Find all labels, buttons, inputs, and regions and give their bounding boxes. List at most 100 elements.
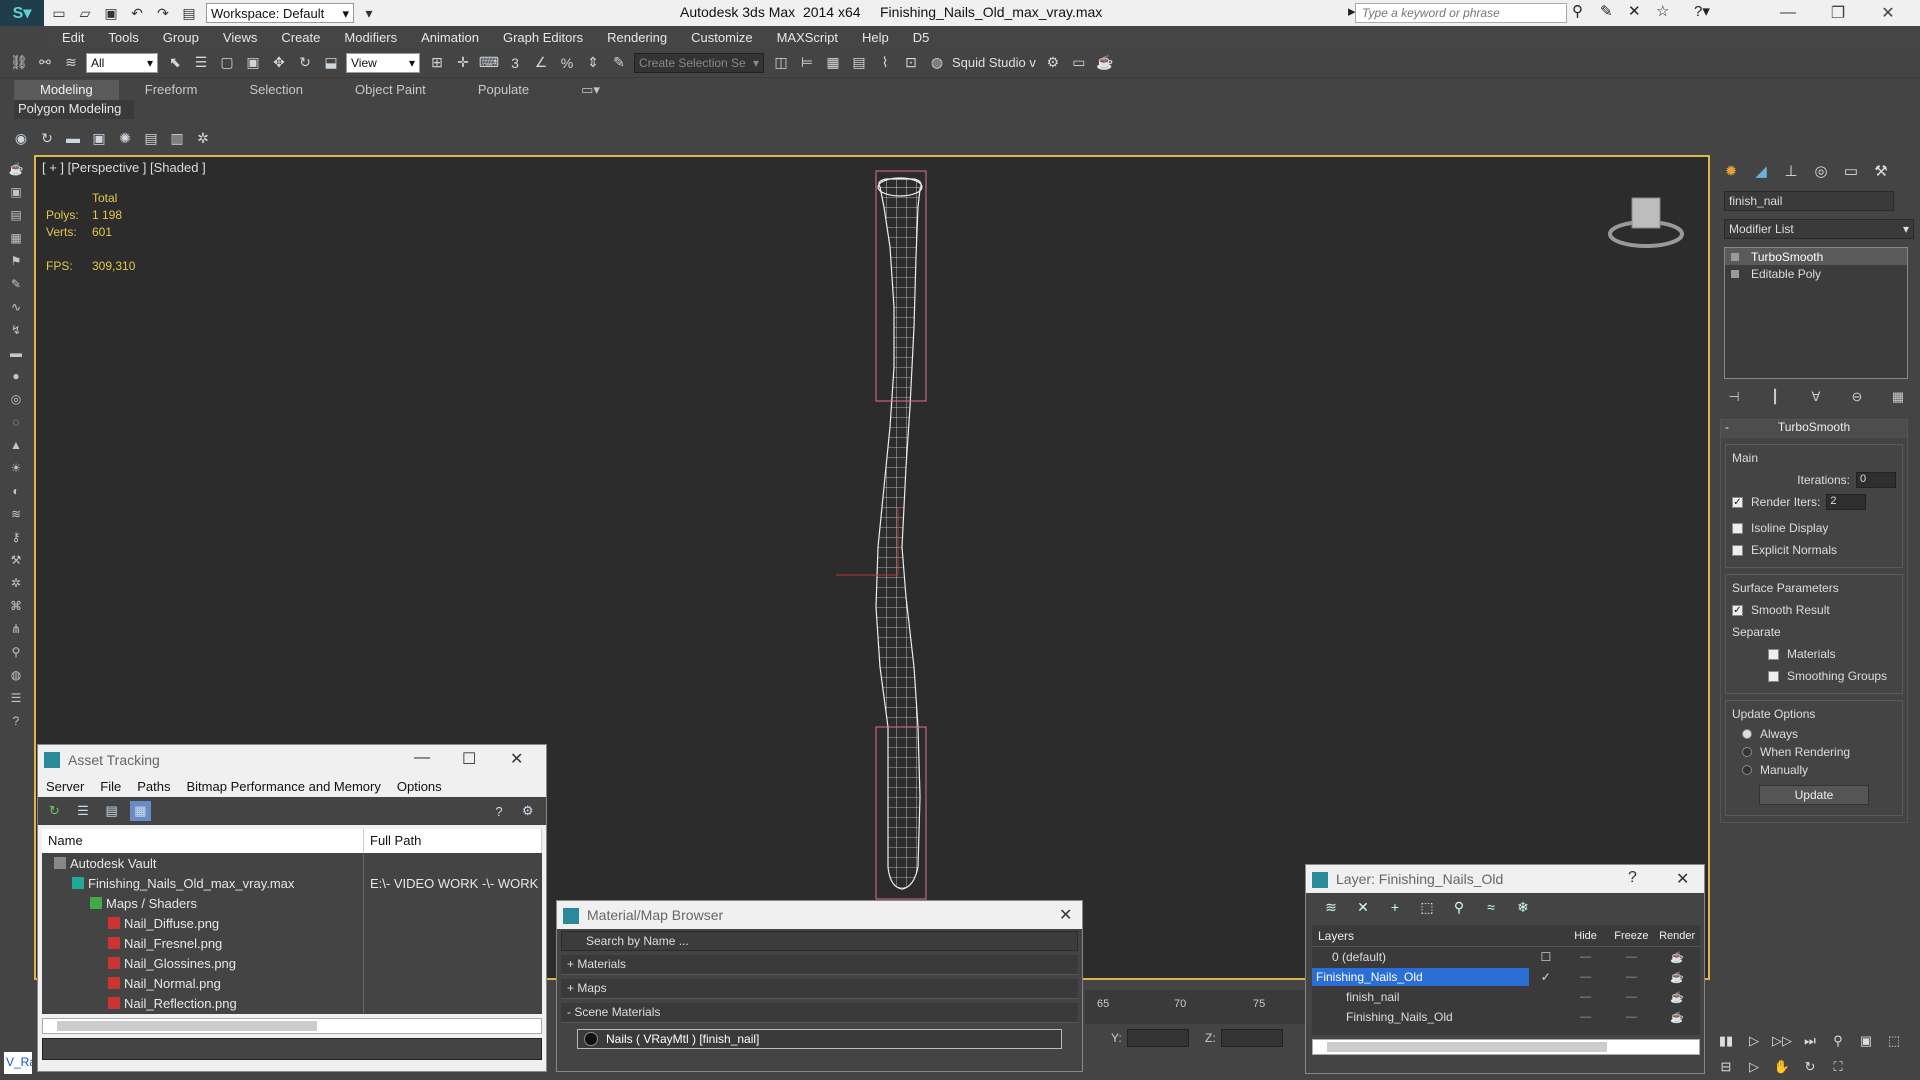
- layer-window-titlebar[interactable]: Layer: Finishing_Nails_Old ? ✕: [1306, 865, 1704, 893]
- hide-toggle-icon[interactable]: —: [1563, 991, 1609, 1003]
- hide-toggle-icon[interactable]: —: [1563, 1011, 1609, 1023]
- tab-populate[interactable]: Populate: [452, 80, 555, 100]
- section-materials[interactable]: + Materials: [561, 955, 1078, 975]
- hierarchy-tab-icon[interactable]: ⊥: [1778, 159, 1804, 183]
- edit-named-selection-icon[interactable]: ✎: [608, 52, 630, 74]
- menu-graph-editors[interactable]: Graph Editors: [503, 30, 583, 45]
- next-frame-icon[interactable]: ▷▷: [1771, 1030, 1793, 1052]
- rendered-frame-icon[interactable]: ▭: [1068, 52, 1090, 74]
- layer-row[interactable]: finish_nail — — ☕: [1312, 987, 1700, 1007]
- hide-toggle-icon[interactable]: —: [1563, 971, 1609, 983]
- always-radio[interactable]: [1742, 729, 1752, 739]
- menu-modifiers[interactable]: Modifiers: [344, 30, 397, 45]
- shape-icon[interactable]: ✎: [6, 274, 26, 294]
- tab-selection[interactable]: Selection: [224, 80, 329, 100]
- tree-view-icon[interactable]: ▤: [101, 801, 122, 821]
- set-key-icon[interactable]: ▮▮: [1715, 1030, 1737, 1052]
- curve-editor-icon[interactable]: ⌇: [874, 52, 896, 74]
- light-bulb-icon[interactable]: [1731, 252, 1739, 261]
- scale-icon[interactable]: ⬓: [320, 52, 342, 74]
- expand-icon[interactable]: [1731, 269, 1739, 278]
- communication-icon[interactable]: ✕: [1628, 2, 1641, 20]
- layer-horizontal-scrollbar[interactable]: [1312, 1039, 1700, 1055]
- list-icon[interactable]: ☰: [6, 688, 26, 708]
- render-toggle-icon[interactable]: ☕: [1654, 971, 1700, 984]
- window-crossing-icon[interactable]: ▣: [242, 52, 264, 74]
- key-icon[interactable]: ⚷: [6, 527, 26, 547]
- select-in-layer-icon[interactable]: ⬚: [1416, 897, 1438, 917]
- object-name-field[interactable]: finish_nail: [1724, 191, 1894, 211]
- when-rendering-radio[interactable]: [1742, 747, 1752, 757]
- asset-menu-server[interactable]: Server: [46, 779, 84, 794]
- asset-close-button[interactable]: ✕: [510, 749, 523, 769]
- manually-radio[interactable]: [1742, 765, 1752, 775]
- menu-create[interactable]: Create: [281, 30, 320, 45]
- plane-icon[interactable]: ▬: [6, 343, 26, 363]
- vray-icon[interactable]: ✲: [192, 127, 214, 149]
- render-settings-icon[interactable]: ▥: [166, 127, 188, 149]
- freeze-toggle-icon[interactable]: —: [1608, 971, 1654, 983]
- display-tab-icon[interactable]: ▭: [1838, 159, 1864, 183]
- smooth-result-checkbox[interactable]: ✓: [1732, 604, 1743, 616]
- asset-row[interactable]: Autodesk Vault: [42, 853, 542, 873]
- move-icon[interactable]: ✥: [268, 52, 290, 74]
- cone-icon[interactable]: ▲: [6, 435, 26, 455]
- show-end-result-icon[interactable]: ┃: [1765, 387, 1785, 407]
- scene-explorer-icon[interactable]: ▤: [848, 52, 870, 74]
- pivot-center-icon[interactable]: ⊞: [426, 52, 448, 74]
- hair-icon[interactable]: ⋔: [6, 619, 26, 639]
- refresh-icon[interactable]: ↻: [44, 801, 65, 821]
- render-setup-icon[interactable]: ⚙: [1042, 52, 1064, 74]
- hide-all-icon[interactable]: ≈: [1480, 897, 1502, 917]
- settings-icon[interactable]: ⚙: [517, 801, 538, 821]
- material-search-input[interactable]: Search by Name ...: [561, 931, 1078, 951]
- menu-maxscript[interactable]: MAXScript: [777, 30, 838, 45]
- render-iters-checkbox[interactable]: ✓: [1732, 496, 1743, 508]
- asset-row[interactable]: Finishing_Nails_Old_max_vray.max E:\- VID…: [42, 873, 542, 893]
- list-view-icon[interactable]: ☰: [73, 801, 94, 821]
- field-of-view-icon[interactable]: ▷: [1743, 1056, 1765, 1078]
- delete-layer-icon[interactable]: ✕: [1352, 897, 1374, 917]
- keyboard-shortcut-icon[interactable]: ⌨: [478, 52, 500, 74]
- render-toggle-icon[interactable]: ☕: [1654, 1011, 1700, 1024]
- render-toggle-icon[interactable]: ☕: [1654, 951, 1700, 964]
- unlink-icon[interactable]: ⚯: [34, 52, 56, 74]
- open-icon[interactable]: ▱: [74, 3, 96, 23]
- selection-filter-select[interactable]: All ▾: [86, 52, 158, 73]
- hide-toggle-icon[interactable]: —: [1563, 951, 1609, 963]
- render-iters-spinner[interactable]: 2: [1826, 494, 1867, 510]
- close-button[interactable]: ✕: [1866, 1, 1910, 25]
- maximize-viewport-icon[interactable]: ⛶: [1827, 1056, 1849, 1078]
- y-coordinate-field[interactable]: [1127, 1029, 1189, 1047]
- project-folder-icon[interactable]: ▤: [178, 3, 200, 23]
- sun-icon[interactable]: ☀: [6, 458, 26, 478]
- layer-row[interactable]: 0 (default) ☐ — — ☕: [1312, 947, 1700, 967]
- menu-views[interactable]: Views: [223, 30, 257, 45]
- material-browser-titlebar[interactable]: Material/Map Browser ✕: [557, 901, 1082, 929]
- scroll-thumb[interactable]: [1327, 1042, 1607, 1052]
- save-icon[interactable]: ▣: [100, 3, 122, 23]
- snaps-toggle-icon[interactable]: 3: [504, 52, 526, 74]
- redo-icon[interactable]: ↷: [152, 3, 174, 23]
- configure-sets-icon[interactable]: ▦: [1888, 387, 1908, 407]
- render-teapot-icon[interactable]: ☕: [1094, 52, 1116, 74]
- column-render[interactable]: Render: [1654, 930, 1700, 942]
- workspace-menu-icon[interactable]: ▾: [358, 3, 380, 23]
- layers-icon[interactable]: ▤: [6, 205, 26, 225]
- bend-icon[interactable]: ↯: [6, 320, 26, 340]
- rect-selection-icon[interactable]: ▢: [216, 52, 238, 74]
- add-to-layer-icon[interactable]: +: [1384, 897, 1406, 917]
- info-icon[interactable]: ?: [6, 711, 26, 731]
- select-object-icon[interactable]: ⬉: [164, 52, 186, 74]
- search-icon[interactable]: ⚲: [6, 642, 26, 662]
- freeze-all-icon[interactable]: ❄: [1512, 897, 1534, 917]
- asset-menu-file[interactable]: File: [100, 779, 121, 794]
- select-by-name-icon[interactable]: ☰: [190, 52, 212, 74]
- workspace-select[interactable]: Workspace: Default ▾: [206, 3, 354, 23]
- tab-freeform[interactable]: Freeform: [119, 80, 224, 100]
- iterations-spinner[interactable]: 0: [1856, 472, 1896, 488]
- align-icon[interactable]: ⊨: [796, 52, 818, 74]
- pin-stack-icon[interactable]: ⊣: [1724, 387, 1744, 407]
- viewcube[interactable]: [1606, 192, 1686, 252]
- layer-name[interactable]: 0 (default): [1312, 948, 1529, 966]
